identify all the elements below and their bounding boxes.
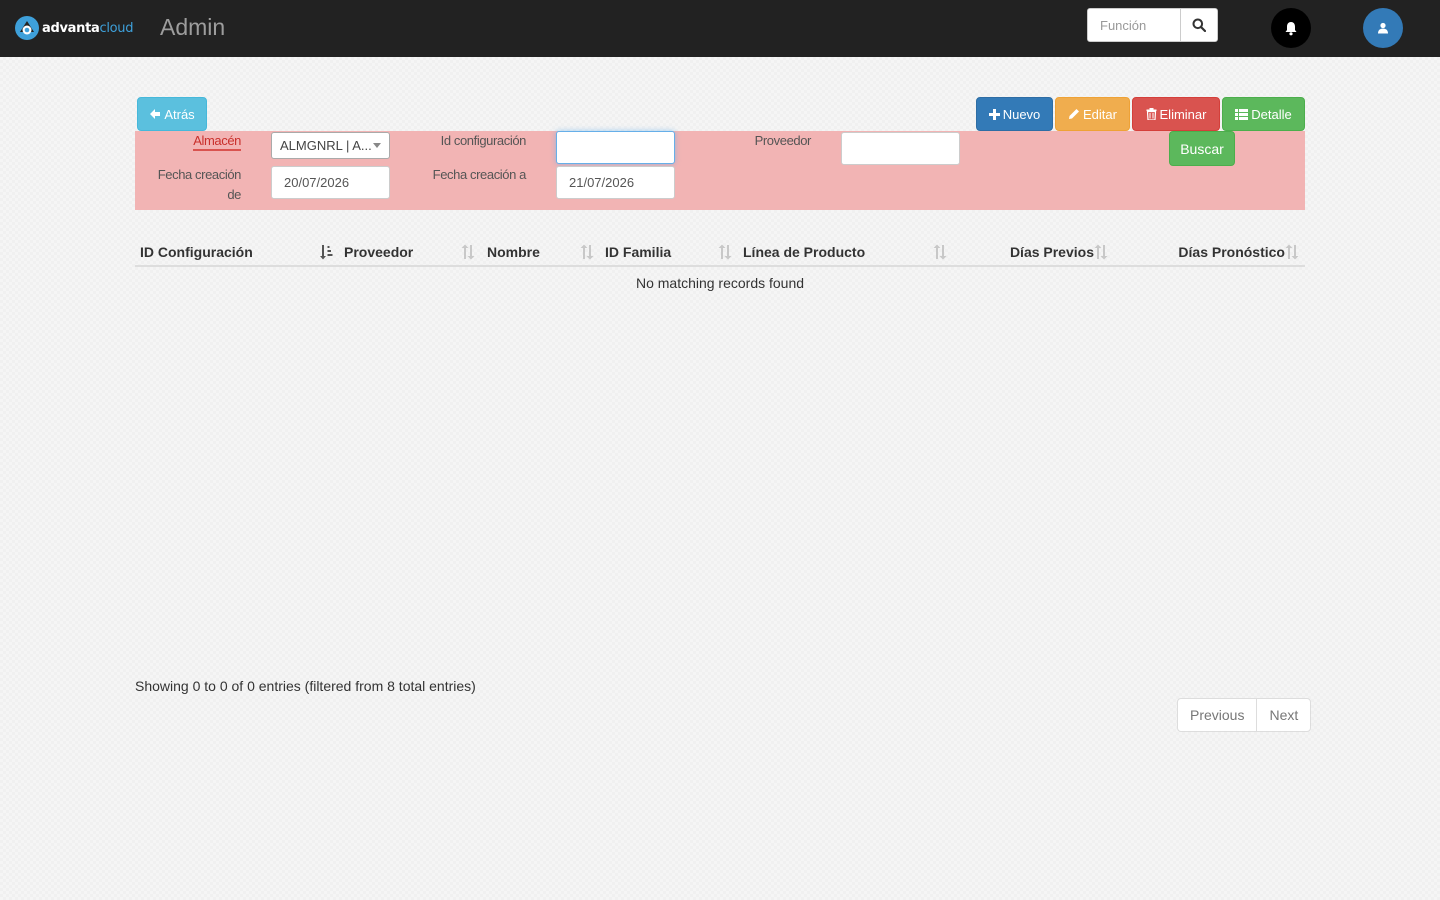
column-header-id-familia[interactable]: ID Familia (605, 236, 671, 267)
fecha-de-input[interactable]: 20/07/2026 (271, 166, 390, 199)
proveedor-label: Proveedor (754, 133, 812, 148)
proveedor-input[interactable] (841, 132, 960, 165)
search-button[interactable]: Buscar (1169, 131, 1235, 166)
app-title: Admin (160, 14, 226, 40)
column-header-proveedor[interactable]: Proveedor (344, 236, 413, 267)
delete-button-label: Eliminar (1159, 106, 1207, 122)
previous-page-button[interactable]: Previous (1178, 699, 1256, 731)
chevron-down-icon (373, 143, 381, 148)
column-header-dias-previos[interactable]: Días Previos (1010, 236, 1094, 267)
edit-button-label: Editar (1083, 106, 1117, 122)
fecha-de-label-line2: de (227, 187, 241, 202)
fecha-a-input[interactable]: 21/07/2026 (556, 166, 675, 199)
almacen-label: Almacén (193, 133, 241, 151)
bell-icon (1285, 21, 1297, 35)
new-button[interactable]: Nuevo (976, 97, 1053, 131)
delete-button[interactable]: Eliminar (1132, 97, 1220, 131)
id-config-input[interactable] (556, 131, 675, 164)
almacen-select-value: ALMGNRL | A... (280, 138, 372, 153)
cloud-logo-icon (15, 16, 39, 40)
sort-both-icon[interactable] (1094, 244, 1108, 260)
detail-button[interactable]: Detalle (1222, 97, 1305, 131)
trash-icon (1146, 108, 1157, 120)
column-header-dias-pronostico[interactable]: Días Pronóstico (1178, 236, 1285, 267)
column-header-nombre[interactable]: Nombre (487, 236, 540, 267)
back-button[interactable]: Atrás (137, 97, 207, 131)
logo-text: advantacloud (42, 20, 134, 36)
almacen-select[interactable]: ALMGNRL | A... (271, 132, 390, 159)
function-search (1087, 8, 1218, 42)
fecha-a-label: Fecha creación a (432, 167, 527, 182)
sort-both-icon[interactable] (580, 244, 594, 260)
function-search-button[interactable] (1180, 9, 1217, 41)
fecha-de-label-line1: Fecha creación (157, 167, 242, 182)
fecha-de-label: Fecha creación de (157, 165, 242, 205)
back-button-label: Atrás (164, 106, 195, 122)
table-header: ID Configuración Proveedor Nombre ID Fam… (135, 236, 1305, 267)
table-info: Showing 0 to 0 of 0 entries (filtered fr… (135, 678, 476, 694)
plus-icon (988, 108, 1000, 120)
user-icon (1378, 22, 1388, 34)
column-header-linea-producto[interactable]: Línea de Producto (743, 236, 865, 267)
user-menu-button[interactable] (1363, 8, 1403, 48)
sort-both-icon[interactable] (461, 244, 475, 260)
sort-asc-icon[interactable] (319, 244, 333, 260)
filter-panel: Almacén ALMGNRL | A... Id configuración … (135, 131, 1305, 210)
detail-button-label: Detalle (1251, 106, 1292, 122)
edit-button[interactable]: Editar (1055, 97, 1130, 131)
sort-both-icon[interactable] (718, 244, 732, 260)
list-icon (1235, 108, 1249, 120)
pencil-icon (1069, 109, 1080, 119)
empty-table-message: No matching records found (635, 275, 805, 291)
function-search-input[interactable] (1088, 9, 1180, 41)
results-table: ID Configuración Proveedor Nombre ID Fam… (135, 236, 1305, 291)
top-navbar: advantacloud Admin (0, 0, 1440, 57)
notifications-button[interactable] (1271, 8, 1311, 48)
sort-both-icon[interactable] (933, 244, 947, 260)
pagination: Previous Next (1177, 698, 1312, 732)
new-button-label: Nuevo (1002, 106, 1041, 122)
column-header-id-configuracion[interactable]: ID Configuración (140, 236, 253, 267)
id-config-label: Id configuración (440, 133, 527, 148)
sort-both-icon[interactable] (1285, 244, 1299, 260)
logo[interactable]: advantacloud (14, 15, 133, 41)
arrow-left-icon (150, 109, 161, 119)
search-icon (1192, 18, 1206, 32)
next-page-button[interactable]: Next (1256, 699, 1310, 731)
